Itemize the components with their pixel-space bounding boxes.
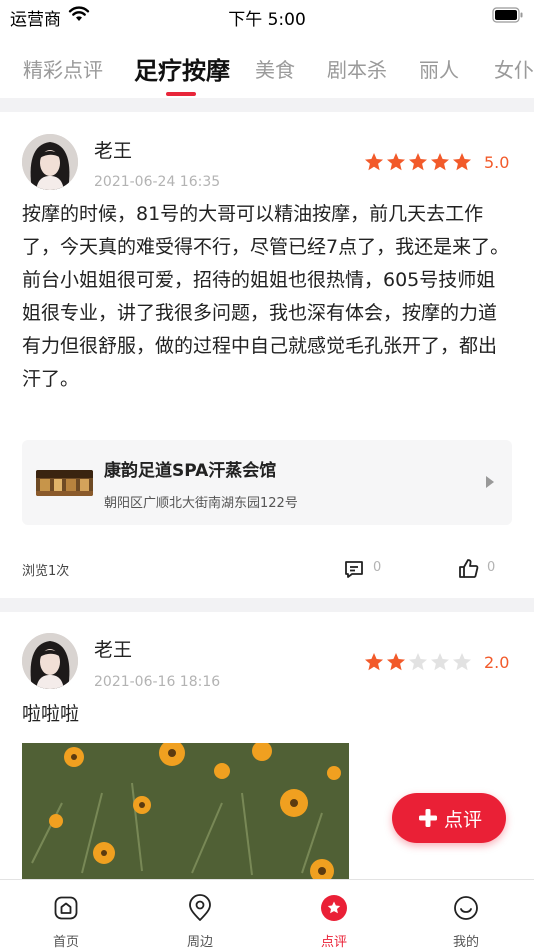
nav-item-home[interactable]: 首页 <box>21 880 111 950</box>
comment-count: 0 <box>373 560 382 575</box>
review-user-name[interactable]: 老王 <box>94 635 132 662</box>
star-filled-icon <box>365 153 383 171</box>
thumbs-up-icon[interactable] <box>458 558 479 579</box>
review-date: 2021-06-24 16:35 <box>94 174 221 190</box>
review-card[interactable]: 老王 2021-06-24 16:35 5.0 按摩的时候，81号的大哥可以精油… <box>0 112 534 598</box>
review-star-icon <box>321 895 347 921</box>
nav-item-profile[interactable]: 我的 <box>421 880 511 950</box>
bottom-nav: 首页 周边 点评 我的 <box>0 879 534 950</box>
tab-精彩点评[interactable]: 精彩点评 <box>23 54 103 83</box>
battery-icon <box>492 7 523 23</box>
star-filled-icon <box>365 653 383 671</box>
nav-label: 周边 <box>186 935 213 950</box>
review-text: 啦啦啦 <box>22 703 80 725</box>
section-divider <box>0 598 534 612</box>
tab-足疗按摩[interactable]: 足疗按摩 <box>134 51 230 86</box>
star-empty-icon <box>431 653 449 671</box>
star-filled-icon <box>387 153 405 171</box>
rating-value: 5.0 <box>484 153 510 172</box>
rating-value: 2.0 <box>484 653 510 672</box>
tab-美食[interactable]: 美食 <box>255 54 295 83</box>
like-count: 0 <box>487 560 496 575</box>
tab-剧本杀[interactable]: 剧本杀 <box>327 54 387 83</box>
avatar[interactable] <box>22 633 78 689</box>
star-filled-icon <box>409 153 427 171</box>
review-photo[interactable] <box>22 743 349 879</box>
nav-label: 点评 <box>320 935 347 950</box>
add-review-button[interactable]: 点评 <box>392 793 506 843</box>
star-empty-icon <box>409 653 427 671</box>
review-user-name[interactable]: 老王 <box>94 136 132 163</box>
nav-label: 首页 <box>52 935 79 950</box>
view-count: 浏览1次 <box>22 564 70 579</box>
avatar-image <box>22 134 78 190</box>
category-tabs: 精彩点评 足疗按摩 美食 剧本杀 丽人 女仆 <box>0 44 534 98</box>
chevron-right-icon <box>486 476 494 488</box>
review-text: 按摩的时候，81号的大哥可以精油按摩，前几天去工作了，今天真的难受得不行，尽管已… <box>22 203 510 390</box>
star-empty-icon <box>453 653 471 671</box>
review-date: 2021-06-16 18:16 <box>94 674 221 690</box>
profile-smile-icon <box>454 896 478 920</box>
clock: 下午 5:00 <box>228 10 306 30</box>
comment-icon[interactable] <box>344 559 364 579</box>
section-divider <box>0 98 534 112</box>
shop-thumbnail <box>36 470 93 496</box>
status-bar: 运营商 下午 5:00 <box>0 0 534 30</box>
shop-name: 康韵足道SPA汗蒸会馆 <box>104 461 277 481</box>
home-icon <box>54 896 78 920</box>
shop-card[interactable]: 康韵足道SPA汗蒸会馆 朝阳区广顺北大街南湖东园122号 <box>22 440 512 525</box>
plus-icon <box>419 809 437 827</box>
shop-address: 朝阳区广顺北大街南湖东园122号 <box>104 496 298 511</box>
star-filled-icon <box>431 153 449 171</box>
add-review-label: 点评 <box>444 809 483 831</box>
nav-label: 我的 <box>452 935 479 950</box>
nav-item-nearby[interactable]: 周边 <box>155 880 245 950</box>
active-tab-indicator <box>166 92 196 96</box>
avatar-image <box>22 633 78 689</box>
tab-丽人[interactable]: 丽人 <box>419 54 459 83</box>
star-filled-icon <box>387 653 405 671</box>
nav-item-review[interactable]: 点评 <box>289 880 379 950</box>
tab-女仆[interactable]: 女仆 <box>494 54 534 83</box>
star-filled-icon <box>453 153 471 171</box>
avatar[interactable] <box>22 134 78 190</box>
location-pin-icon <box>189 894 211 921</box>
